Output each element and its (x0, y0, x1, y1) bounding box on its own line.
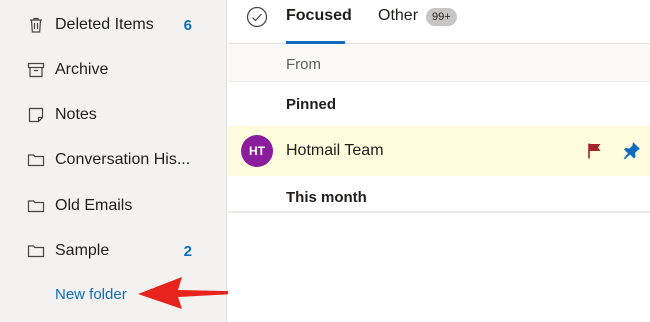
folder-icon (27, 200, 45, 213)
folder-icon (27, 245, 45, 258)
folder-deleted-items[interactable]: Deleted Items 6 (0, 7, 227, 43)
from-column-header[interactable]: From (286, 56, 321, 73)
pinned-section-header: Pinned (286, 96, 337, 113)
column-header-row: From (228, 44, 650, 82)
select-all-check-icon[interactable] (246, 6, 268, 28)
folder-label: Sample (55, 242, 110, 259)
note-icon (28, 107, 44, 123)
message-list-pane: Focused Other 99+ From Pinned HT Hotmail… (228, 0, 650, 322)
trash-icon (30, 17, 42, 33)
inbox-tabs: Focused Other 99+ (228, 0, 650, 44)
other-count-badge: 99+ (426, 8, 457, 26)
folder-label: Deleted Items (55, 16, 154, 33)
flag-icon[interactable] (586, 142, 604, 160)
avatar: HT (241, 135, 273, 167)
folder-sample[interactable]: Sample 2 (0, 233, 227, 269)
folder-label: Notes (55, 106, 97, 123)
section-divider (228, 211, 650, 213)
tab-focused[interactable]: Focused (286, 7, 352, 25)
pin-icon[interactable] (622, 140, 642, 160)
folder-pane: Deleted Items 6 Archive Notes Conversati… (0, 0, 227, 322)
folder-label: Conversation His... (55, 151, 191, 168)
this-month-section-header: This month (286, 189, 367, 206)
folder-label: Archive (55, 61, 109, 78)
unread-count: 2 (183, 242, 192, 260)
archive-icon (27, 62, 45, 78)
folder-conversation-history[interactable]: Conversation His... (0, 142, 227, 178)
folder-label: Old Emails (55, 197, 133, 214)
folder-archive[interactable]: Archive (0, 52, 227, 88)
tab-other[interactable]: Other (378, 7, 418, 25)
new-folder-link[interactable]: New folder (55, 286, 127, 303)
folder-notes[interactable]: Notes (0, 97, 227, 133)
sender-name: Hotmail Team (286, 142, 384, 159)
folder-old-emails[interactable]: Old Emails (0, 188, 227, 224)
unread-count: 6 (183, 16, 192, 34)
folder-icon (27, 154, 45, 167)
message-row[interactable]: HT Hotmail Team (228, 126, 650, 176)
